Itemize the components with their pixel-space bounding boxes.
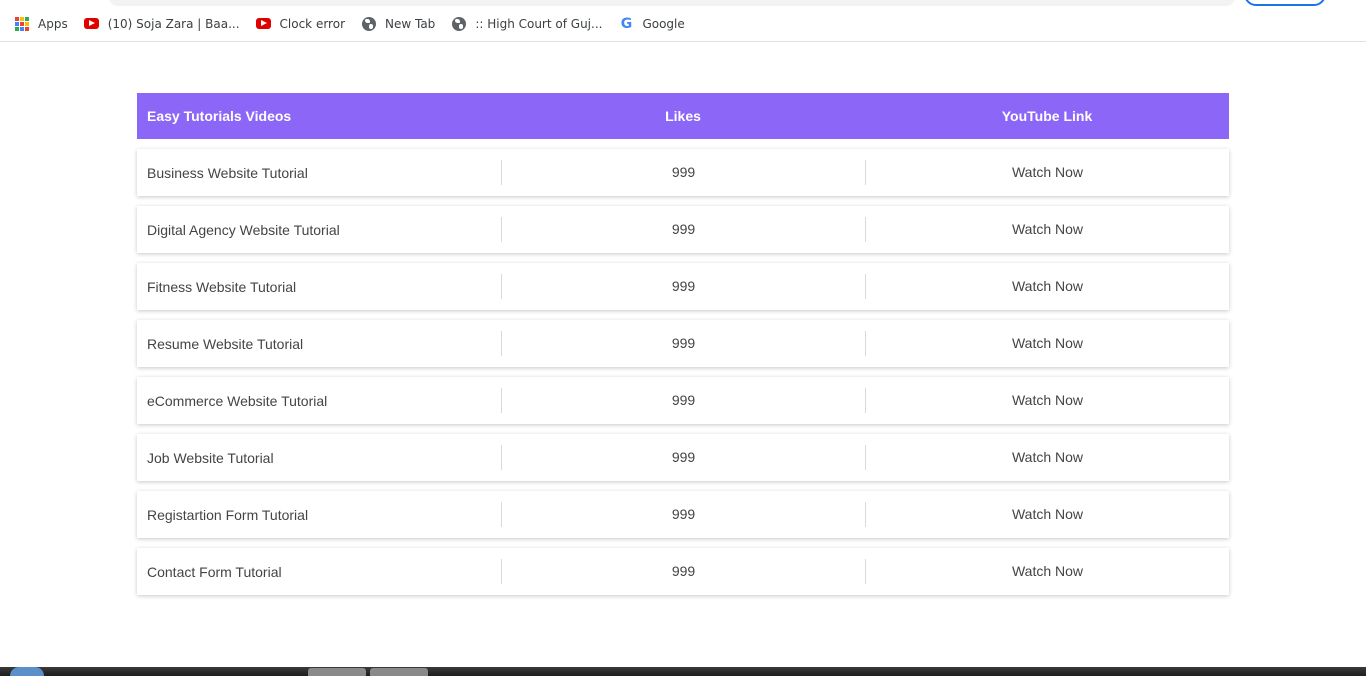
table-row: eCommerce Website Tutorial 999 Watch Now: [137, 377, 1229, 424]
google-icon: G: [620, 15, 633, 32]
bookmark-new-tab[interactable]: New Tab: [361, 16, 435, 32]
video-title-cell: eCommerce Website Tutorial: [147, 392, 328, 409]
watch-now-link[interactable]: Watch Now: [865, 160, 1229, 185]
likes-cell: 999: [501, 445, 865, 470]
bookmarks-bar: Apps (10) Soja Zara | Baa... Clock error…: [0, 6, 1366, 42]
header-youtube-link: YouTube Link: [1001, 108, 1093, 124]
video-title-cell: Job Website Tutorial: [147, 449, 274, 466]
table-body: Business Website Tutorial 999 Watch Now Dig…: [137, 149, 1229, 595]
table-row: Resume Website Tutorial 999 Watch Now: [137, 320, 1229, 367]
table-row: Fitness Website Tutorial 999 Watch Now: [137, 263, 1229, 310]
table-row: Job Website Tutorial 999 Watch Now: [137, 434, 1229, 481]
taskbar-item[interactable]: [308, 668, 366, 676]
globe-icon: [361, 16, 377, 32]
likes-cell: 999: [501, 502, 865, 527]
video-title-cell: Contact Form Tutorial: [147, 563, 282, 580]
watch-now-link[interactable]: Watch Now: [865, 274, 1229, 299]
apps-grid-icon: [14, 16, 30, 32]
taskbar-item[interactable]: [370, 668, 428, 676]
bookmark-label: Apps: [38, 16, 68, 31]
table-header: Easy Tutorials Videos Likes YouTube Link: [137, 93, 1229, 139]
start-button[interactable]: [10, 667, 44, 676]
bookmark-soja-zara[interactable]: (10) Soja Zara | Baa...: [84, 16, 240, 32]
video-title-cell: Fitness Website Tutorial: [147, 278, 297, 295]
watch-now-link[interactable]: Watch Now: [865, 559, 1229, 584]
youtube-icon: [84, 16, 100, 32]
watch-now-link[interactable]: Watch Now: [865, 388, 1229, 413]
bookmark-label: New Tab: [385, 16, 436, 31]
table-row: Digital Agency Website Tutorial 999 Watch …: [137, 206, 1229, 253]
watch-now-link[interactable]: Watch Now: [865, 445, 1229, 470]
watch-now-link[interactable]: Watch Now: [865, 217, 1229, 242]
likes-cell: 999: [501, 160, 865, 185]
bookmark-apps[interactable]: Apps: [14, 16, 68, 32]
likes-cell: 999: [501, 559, 865, 584]
header-likes: Likes: [665, 108, 701, 124]
video-title-cell: Registartion Form Tutorial: [147, 506, 309, 523]
bookmark-label: :: High Court of Guj...: [475, 16, 603, 31]
video-title-cell: Business Website Tutorial: [147, 164, 308, 181]
likes-cell: 999: [501, 274, 865, 299]
header-videos: Easy Tutorials Videos: [147, 108, 292, 124]
likes-cell: 999: [501, 388, 865, 413]
bookmark-label: Clock error: [279, 16, 345, 31]
likes-cell: 999: [501, 217, 865, 242]
bookmark-high-court[interactable]: :: High Court of Guj...: [451, 16, 602, 32]
youtube-icon: [256, 16, 272, 32]
likes-cell: 999: [501, 331, 865, 356]
bookmark-label: (10) Soja Zara | Baa...: [107, 16, 240, 31]
bookmark-clock-error[interactable]: Clock error: [256, 16, 345, 32]
table-row: Registartion Form Tutorial 999 Watch Now: [137, 491, 1229, 538]
table-row: Contact Form Tutorial 999 Watch Now: [137, 548, 1229, 595]
watch-now-link[interactable]: Watch Now: [865, 502, 1229, 527]
bookmark-label: Google: [642, 16, 685, 31]
watch-now-link[interactable]: Watch Now: [865, 331, 1229, 356]
video-title-cell: Digital Agency Website Tutorial: [147, 221, 340, 238]
tutorials-table: Easy Tutorials Videos Likes YouTube Link…: [137, 93, 1229, 595]
bookmark-google[interactable]: G Google: [618, 15, 685, 32]
os-taskbar: [0, 667, 1366, 676]
table-row: Business Website Tutorial 999 Watch Now: [137, 149, 1229, 196]
video-title-cell: Resume Website Tutorial: [147, 335, 304, 352]
globe-icon: [451, 16, 467, 32]
